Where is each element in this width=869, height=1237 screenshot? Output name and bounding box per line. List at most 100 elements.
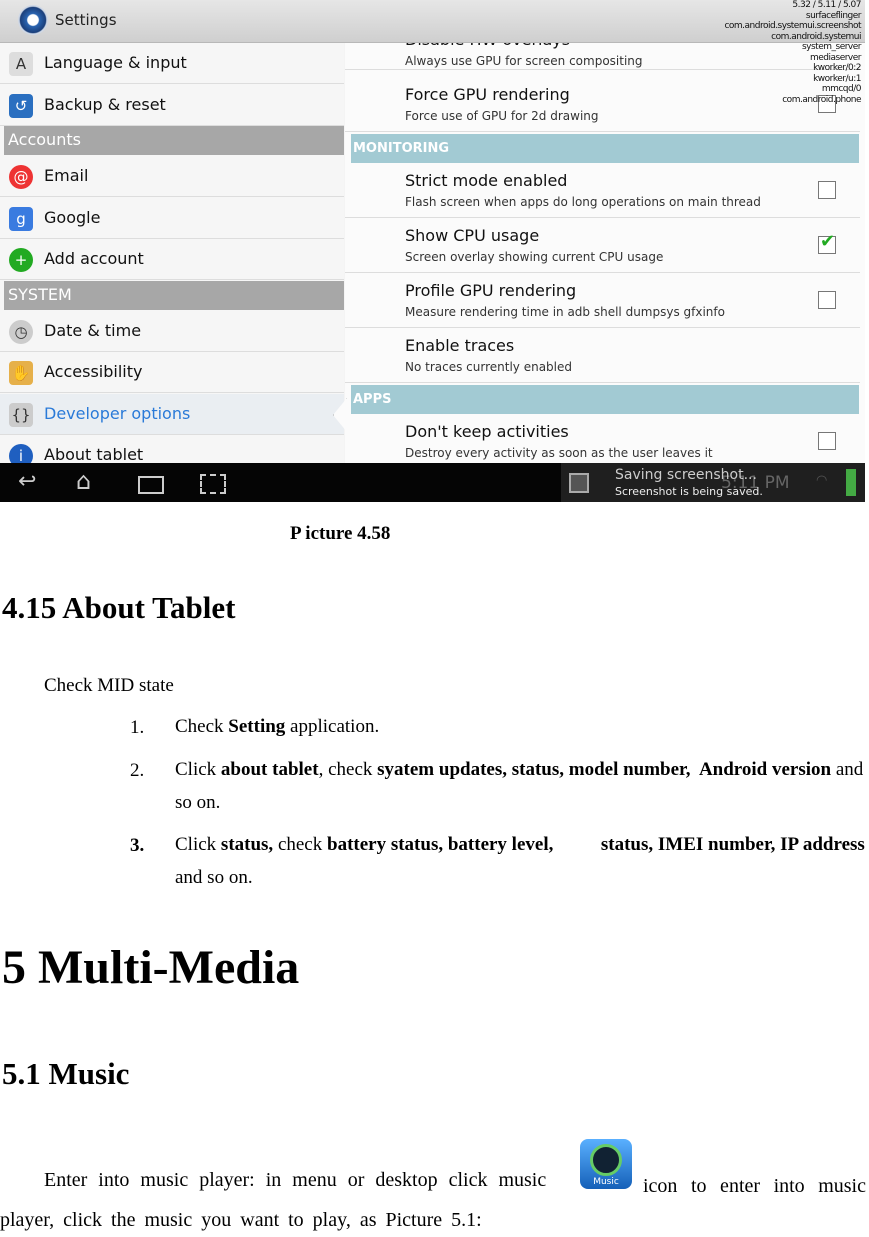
- process-name: kworker/0:2: [813, 63, 861, 73]
- step-text: Click status, check battery status, batt…: [175, 828, 869, 894]
- text: Click: [175, 759, 221, 780]
- section-heading: 4.15 About Tablet: [2, 590, 236, 625]
- sidebar-item[interactable]: {} Developer options: [0, 393, 344, 435]
- preference-title: Don't keep activities: [405, 422, 569, 441]
- recent-apps-icon[interactable]: [138, 476, 164, 494]
- app-title: Settings: [55, 11, 117, 29]
- preference-item[interactable]: Show CPU usage Screen overlay showing cur…: [345, 218, 860, 273]
- preference-item[interactable]: Strict mode enabled Flash screen when app…: [345, 163, 860, 218]
- preference-title: Enable traces: [405, 336, 515, 355]
- wifi-icon: ◠: [816, 473, 828, 488]
- preference-title: Show CPU usage: [405, 226, 540, 245]
- braces-icon: {}: [9, 402, 33, 427]
- preference-item[interactable]: Profile GPU rendering Measure rendering t…: [345, 273, 860, 328]
- step-number: 1.: [130, 717, 145, 738]
- screenshot-notification[interactable]: 5:11 PM Saving screenshot... Screenshot …: [561, 463, 865, 502]
- section-heading-music: 5.1 Music: [2, 1056, 130, 1091]
- preference-summary: Always use GPU for screen compositing: [405, 54, 643, 68]
- bold-text: Setting: [228, 716, 286, 737]
- intro-text: Check MID state: [44, 675, 174, 696]
- hand-icon: ✋: [9, 361, 33, 385]
- sidebar-item[interactable]: ✋ Accessibility: [0, 352, 344, 393]
- sidebar-item-label: Accessibility: [44, 362, 143, 381]
- sidebar-item-label: About tablet: [44, 445, 144, 464]
- text: Click: [175, 834, 221, 855]
- bold-text: about tablet: [220, 759, 319, 780]
- step-text: Check Setting application.: [175, 710, 869, 743]
- sidebar-item[interactable]: ◷ Date & time: [0, 311, 344, 352]
- step-text: Click about tablet, check syatem updates…: [175, 753, 869, 819]
- checkbox[interactable]: [818, 432, 836, 450]
- sidebar-header: SYSTEM: [4, 280, 344, 310]
- music-paragraph-end: icon to enter into music player, click t…: [0, 1175, 866, 1231]
- section-header: MONITORING: [351, 134, 859, 163]
- preference-title: Profile GPU rendering: [405, 281, 577, 300]
- clock-icon: ◷: [9, 319, 33, 344]
- step-number: 3.: [130, 835, 145, 856]
- preference-summary: No traces currently enabled: [405, 360, 573, 374]
- preference-item[interactable]: Don't keep activities Destroy every activ…: [345, 414, 860, 469]
- bold-text: status,: [220, 834, 274, 855]
- battery-icon: [846, 469, 856, 496]
- notification-title: Saving screenshot...: [615, 467, 757, 483]
- text: application.: [285, 716, 380, 737]
- sidebar-item-label: Backup & reset: [44, 94, 166, 114]
- section-header: APPS: [351, 385, 859, 414]
- sidebar-item[interactable]: g Google: [0, 198, 344, 239]
- process-name: 5.32 / 5.11 / 5.07: [792, 0, 861, 10]
- process-name: com.android.phone: [782, 94, 861, 105]
- text: check: [273, 834, 327, 855]
- sidebar-item[interactable]: A Language & input: [0, 43, 344, 84]
- language-icon: A: [9, 52, 33, 76]
- sidebar-item[interactable]: ↺ Backup & reset: [0, 85, 344, 126]
- process-name: kworker/u:1: [813, 73, 861, 84]
- add-icon: +: [9, 248, 33, 272]
- settings-screenshot: Settings 5.32 / 5.11 / 5.07 surfaceflinge…: [0, 0, 865, 502]
- process-name: surfaceflinger: [805, 10, 862, 21]
- process-name: mediaserver: [809, 52, 862, 63]
- preference-summary: Flash screen when apps do long operation…: [405, 195, 761, 209]
- screenshot-icon[interactable]: [200, 474, 226, 494]
- preference-item[interactable]: Enable traces No traces currently enabled: [345, 328, 860, 383]
- sidebar-item-label: Email: [44, 166, 89, 185]
- step-number: 2.: [130, 760, 145, 781]
- process-name: system_server: [801, 42, 862, 52]
- process-name: com.android.systemui.screenshot: [724, 21, 861, 31]
- chapter-heading: 5 Multi-Media: [2, 941, 300, 994]
- preference-title: Strict mode enabled: [405, 171, 568, 190]
- preference-title: Force GPU rendering: [405, 85, 570, 104]
- process-name: com.android.systemui: [771, 31, 861, 42]
- figure-caption: P icture 4.58: [290, 523, 391, 544]
- bold-text: syatem updates, status, model number, An…: [377, 759, 832, 780]
- backup-icon: ↺: [9, 93, 33, 118]
- sidebar-item[interactable]: + Add account: [0, 239, 344, 280]
- preference-summary: Force use of GPU for 2d drawing: [405, 109, 599, 123]
- sidebar-item-label: Google: [44, 207, 101, 227]
- sidebar-item-label: Developer options: [44, 403, 191, 423]
- notification-text: Screenshot is being saved.: [615, 485, 763, 498]
- text: Check: [175, 716, 229, 737]
- cpu-usage-overlay: 5.32 / 5.11 / 5.07 surfaceflinger com.andr…: [724, 0, 861, 105]
- sidebar-item-label: Add account: [44, 249, 144, 268]
- checkbox[interactable]: ✔: [818, 231, 836, 254]
- back-icon[interactable]: ↩: [18, 469, 36, 494]
- checkmark-icon: ✔: [820, 231, 836, 252]
- preference-summary: Screen overlay showing current CPU usage: [405, 250, 664, 264]
- sidebar-header: Accounts: [4, 126, 344, 155]
- text: , check: [318, 759, 378, 780]
- sidebar-item-label: Language & input: [44, 53, 187, 72]
- checkbox[interactable]: [818, 181, 836, 199]
- home-icon[interactable]: ⌂: [76, 467, 91, 495]
- preference-summary: Measure rendering time in adb shell dump…: [405, 305, 725, 319]
- image-icon: [569, 473, 589, 493]
- settings-sidebar: A Language & input ↺ Backup & reset Accounts…: [0, 43, 344, 476]
- process-name: mmcqd/0: [821, 84, 862, 94]
- preference-summary: Destroy every activity as soon as the us…: [405, 446, 713, 460]
- sidebar-item-label: Date & time: [44, 320, 142, 340]
- checkbox[interactable]: [818, 291, 836, 309]
- bold-text: battery status, battery level, status, I…: [327, 834, 865, 855]
- developer-options-list: Disable HW overlaysAlways use GPU for sc…: [345, 30, 865, 469]
- settings-gear-icon: [18, 5, 48, 35]
- sidebar-item[interactable]: @ Email: [0, 156, 344, 197]
- google-icon: g: [9, 206, 33, 231]
